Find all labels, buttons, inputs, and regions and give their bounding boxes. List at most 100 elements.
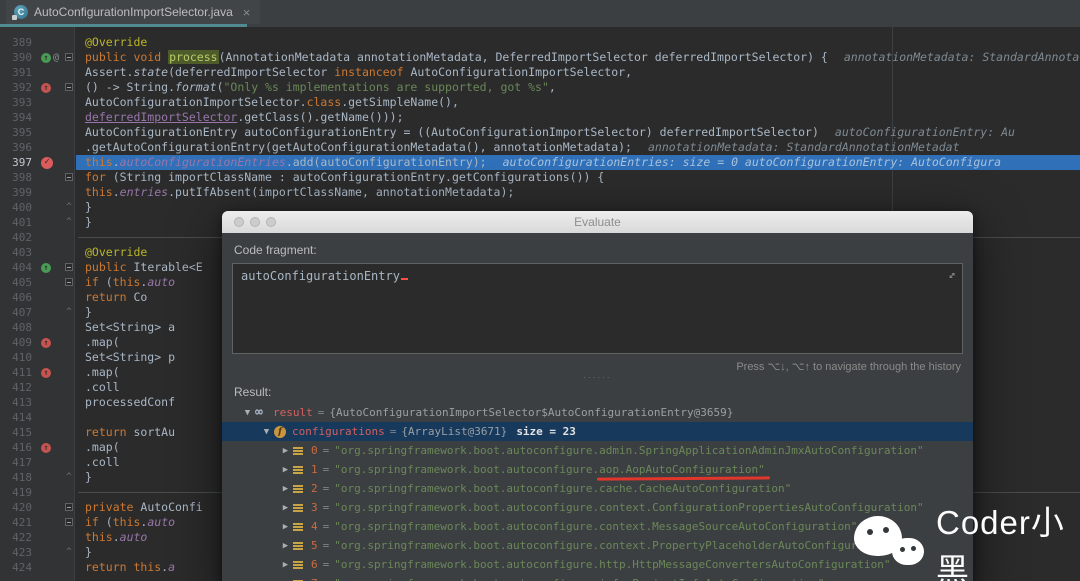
code-text: .map( [85, 335, 120, 349]
result-tree-row[interactable]: ▼ ∞ result = {AutoConfigurationImportSelecto… [222, 403, 973, 422]
line-number: 418 [12, 471, 32, 484]
code-line[interactable]: 397 ✓ this.autoConfigurationEntries.add(a… [0, 155, 1080, 170]
window-zoom-button[interactable] [266, 217, 276, 227]
node-name: 7 [311, 577, 318, 581]
collapse-arrow-icon[interactable]: ▼ [240, 408, 255, 418]
fold-marker[interactable] [62, 50, 76, 65]
code-line[interactable]: 395 AutoConfigurationEntry autoConfigura… [0, 125, 1080, 140]
code-line[interactable]: 394 deferredImportSelector.getClass().ge… [0, 110, 1080, 125]
line-number: 389 [12, 36, 32, 49]
expand-icon[interactable]: ↔ [944, 267, 959, 282]
line-number: 408 [12, 321, 32, 334]
line-number: 410 [12, 351, 32, 364]
breakpoint-icon[interactable]: ✓ [41, 156, 53, 169]
line-number: 422 [12, 531, 32, 544]
code-text: @Override [85, 245, 148, 259]
code-line[interactable]: 389 @Override [0, 35, 1080, 50]
fold-marker[interactable] [62, 80, 76, 95]
line-number: 409 [12, 336, 32, 349]
line-number: 411 [12, 366, 32, 379]
node-string-value: "org.springframework.boot.autoconfigure.… [334, 520, 858, 533]
splitter-handle[interactable] [232, 373, 963, 385]
tab-autoconfigurationimportselector-java[interactable]: C AutoConfigurationImportSelector.java × [6, 0, 260, 24]
gutter-icons: ✓ [36, 156, 62, 169]
result-tree-row[interactable]: ▶ 1 = "org.springframework.boot.autoconfigu… [222, 460, 973, 479]
result-label: Result: [234, 385, 272, 399]
equals-sign: = [322, 482, 330, 495]
node-name: 2 [311, 482, 318, 495]
overridden-method-icon[interactable]: ↑ [41, 367, 51, 378]
code-line[interactable]: 396 .getAutoConfigurationEntry(getAutoCo… [0, 140, 1080, 155]
field-icon: f [274, 425, 292, 438]
java-class-icon: C [12, 5, 28, 20]
code-line[interactable]: 391 Assert.state(deferredImportSelector … [0, 65, 1080, 80]
overrides-method-icon[interactable]: ↑ [41, 262, 51, 273]
expand-arrow-icon[interactable]: ▶ [278, 484, 293, 494]
collapse-arrow-icon[interactable]: ▼ [259, 427, 274, 437]
node-name: 0 [311, 444, 318, 457]
fold-marker[interactable] [62, 170, 76, 185]
code-line[interactable]: 390 ↑ @ public void process(AnnotationMeta… [0, 50, 1080, 65]
gutter-icons: ↑ [36, 82, 62, 93]
line-number: 393 [12, 96, 32, 109]
code-text: public void process(AnnotationMetadata a… [85, 50, 828, 64]
line-number: 412 [12, 381, 32, 394]
code-text: .map( [85, 440, 120, 454]
expand-arrow-icon[interactable]: ▶ [278, 446, 293, 456]
expand-arrow-icon[interactable]: ▶ [278, 522, 293, 532]
expand-arrow-icon[interactable]: ▶ [278, 541, 293, 551]
expand-arrow-icon[interactable]: ▶ [278, 465, 293, 475]
line-number: 391 [12, 66, 32, 79]
overridden-method-icon[interactable]: ↑ [41, 337, 51, 348]
code-text: if (this.auto [85, 275, 176, 289]
expand-arrow-icon[interactable]: ▶ [278, 503, 293, 513]
code-text: Set<String> a [85, 320, 176, 334]
code-text: .coll [85, 455, 120, 469]
collection-size: size = 23 [516, 425, 576, 438]
debugger-inline-hint: autoConfigurationEntry: Au [834, 125, 1015, 139]
code-text: return Co [85, 290, 148, 304]
line-number: 398 [12, 171, 32, 184]
line-number: 423 [12, 546, 32, 559]
code-text: } [85, 545, 92, 559]
result-tree-row[interactable]: ▶ 0 = "org.springframework.boot.autoconfigu… [222, 441, 973, 460]
code-line[interactable]: 398 for (String importClassName : autoCo… [0, 170, 1080, 185]
window-minimize-button[interactable] [250, 217, 260, 227]
fold-marker[interactable]: ^ [62, 200, 76, 215]
line-number: 403 [12, 246, 32, 259]
code-fragment-input[interactable]: autoConfigurationEntry ↔ [232, 263, 963, 354]
equals-sign: = [322, 501, 330, 514]
overrides-method-icon[interactable]: ↑ [41, 52, 51, 63]
line-number: 421 [12, 516, 32, 529]
code-text: .coll [85, 380, 120, 394]
red-underline-annotation: aop.AopAutoConfiguration" [599, 463, 765, 476]
fold-marker[interactable] [62, 275, 76, 290]
window-close-button[interactable] [234, 217, 244, 227]
history-hint: Press ⌥↓, ⌥↑ to navigate through the his… [736, 361, 961, 373]
code-text: } [85, 305, 92, 319]
fold-marker[interactable]: ^ [62, 215, 76, 230]
close-icon[interactable]: × [243, 6, 251, 19]
fold-marker[interactable] [62, 500, 76, 515]
fold-marker[interactable]: ^ [62, 470, 76, 485]
code-text: if (this.auto [85, 515, 176, 529]
code-line[interactable]: 392 ↑ () -> String.format("Only %s implem… [0, 80, 1080, 95]
node-string-value: "org.springframework.boot.autoconfigure.… [334, 482, 792, 495]
overridden-method-icon[interactable]: ↑ [41, 442, 51, 453]
fold-marker[interactable] [62, 260, 76, 275]
overridden-method-icon[interactable]: ↑ [41, 82, 51, 93]
equals-sign: = [318, 577, 335, 581]
code-line[interactable]: 399 this.entries.putIfAbsent(importClass… [0, 185, 1080, 200]
node-name: result [273, 406, 313, 419]
fold-marker[interactable]: ^ [62, 545, 76, 560]
fold-marker[interactable]: ^ [62, 305, 76, 320]
expand-arrow-icon[interactable]: ▶ [278, 560, 293, 570]
dialog-title: Evaluate [574, 215, 621, 229]
node-name: configurations [292, 425, 385, 438]
code-line[interactable]: 393 AutoConfigurationImportSelector.clas… [0, 95, 1080, 110]
code-text: processedConf [85, 395, 176, 409]
code-text: Assert.state(deferredImportSelector inst… [85, 65, 632, 79]
fold-marker[interactable] [62, 515, 76, 530]
dialog-titlebar[interactable]: Evaluate [222, 211, 973, 233]
result-tree-row[interactable]: ▼ f configurations = {ArrayList@3671} size = … [222, 422, 973, 441]
